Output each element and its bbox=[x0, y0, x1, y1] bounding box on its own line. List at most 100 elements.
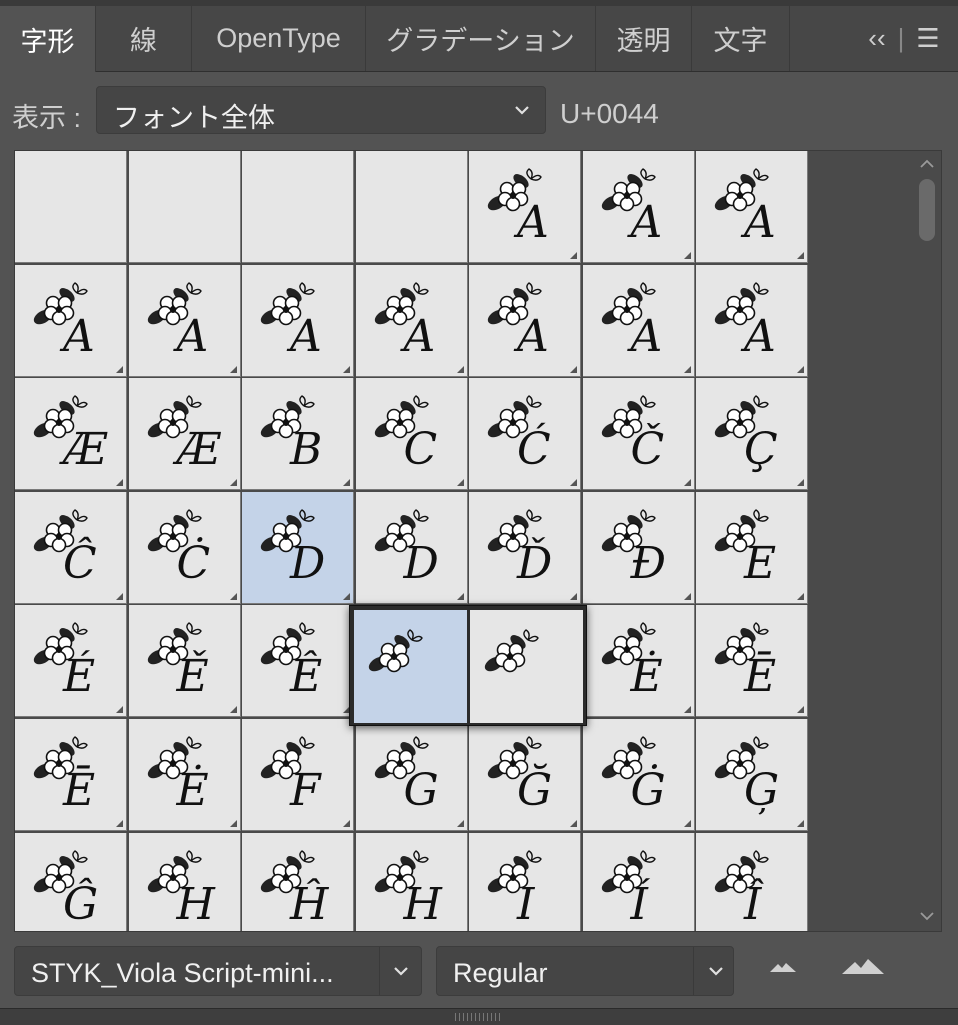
show-row: 表示 : フォント全体 U+0044 bbox=[0, 86, 958, 138]
glyph-character: Đ bbox=[630, 537, 667, 589]
glyph-cell[interactable]: Ċ bbox=[128, 491, 241, 604]
glyph-character: Ċ bbox=[176, 537, 211, 589]
glyph-character: A bbox=[744, 310, 776, 362]
glyph-character: Ė bbox=[630, 651, 663, 703]
glyph-character: Č bbox=[630, 424, 665, 476]
alternates-indicator-icon bbox=[343, 479, 350, 487]
grid-scrollbar[interactable] bbox=[913, 151, 941, 931]
glyph-cell[interactable]: A bbox=[582, 151, 695, 263]
alternates-indicator-icon bbox=[116, 706, 123, 714]
glyph-cell[interactable]: Ê bbox=[242, 605, 354, 718]
glyph-cell[interactable]: Č bbox=[582, 378, 695, 491]
glyph-cell[interactable]: Ć bbox=[469, 378, 581, 491]
collapse-panel-icon[interactable]: ‹‹ bbox=[868, 23, 885, 54]
glyph-cell[interactable]: C bbox=[355, 378, 468, 491]
glyph-cell[interactable]: A bbox=[582, 264, 695, 377]
glyph-cell[interactable]: G bbox=[355, 719, 468, 831]
glyph-cell[interactable]: Ģ bbox=[696, 719, 808, 831]
glyph-ornament bbox=[368, 629, 423, 673]
glyph-cell[interactable]: Ė bbox=[128, 719, 241, 831]
glyph-cell[interactable]: I bbox=[469, 832, 581, 931]
glyph-cell[interactable]: Ĉ bbox=[15, 491, 127, 604]
scroll-thumb[interactable] bbox=[919, 179, 935, 241]
glyph-character: Î bbox=[744, 878, 762, 930]
glyph-character: Æ bbox=[63, 424, 108, 476]
alternates-indicator-icon bbox=[116, 479, 123, 487]
glyph-cell[interactable]: Ĥ bbox=[242, 832, 354, 931]
alternates-indicator-icon bbox=[683, 706, 691, 714]
glyph-cell[interactable]: A bbox=[696, 151, 808, 263]
glyph-cell[interactable]: Í bbox=[582, 832, 695, 931]
glyph-character: A bbox=[517, 197, 549, 248]
glyph-cell[interactable]: Ġ bbox=[582, 719, 695, 831]
glyph-cell[interactable]: A bbox=[469, 151, 581, 263]
glyph-cell[interactable]: Ď bbox=[469, 491, 581, 604]
glyph-cell[interactable]: Ğ bbox=[469, 719, 581, 831]
glyph-character: A bbox=[517, 310, 549, 362]
glyph-cell[interactable]: Æ bbox=[15, 378, 127, 491]
glyph-cell[interactable]: Ĝ bbox=[15, 832, 127, 931]
glyph-cell[interactable]: H bbox=[355, 832, 468, 931]
glyph-cell[interactable]: B bbox=[242, 378, 354, 491]
glyph-cell[interactable]: Ç bbox=[696, 378, 808, 491]
scroll-up-icon[interactable] bbox=[918, 157, 936, 171]
glyph-cell[interactable]: Ě bbox=[128, 605, 241, 718]
resize-grip-icon[interactable] bbox=[455, 1013, 503, 1021]
alternates-indicator-icon bbox=[683, 479, 691, 487]
glyph-cell[interactable]: E bbox=[696, 491, 808, 604]
show-dropdown[interactable]: フォント全体 bbox=[96, 86, 546, 134]
glyph-cell[interactable]: A bbox=[355, 264, 468, 377]
glyph-cell[interactable] bbox=[242, 151, 354, 263]
glyph-cell[interactable] bbox=[15, 151, 127, 263]
alternates-indicator-icon bbox=[343, 820, 350, 827]
tab-gradient[interactable]: グラデーション bbox=[366, 6, 596, 71]
unicode-readout: U+0044 bbox=[560, 98, 659, 129]
font-controls: STYK_Viola Script-mini... Regular bbox=[0, 944, 958, 1000]
glyph-character: H bbox=[403, 878, 442, 930]
tab-transparency[interactable]: 透明 bbox=[596, 6, 692, 71]
glyph-cell[interactable] bbox=[355, 151, 468, 263]
glyph-cell[interactable]: D bbox=[355, 491, 468, 604]
glyph-cell[interactable]: A bbox=[15, 264, 127, 377]
glyph-cell[interactable]: A bbox=[696, 264, 808, 377]
font-family-dropdown[interactable]: STYK_Viola Script-mini... bbox=[14, 946, 422, 996]
glyph-cell[interactable]: H bbox=[128, 832, 241, 931]
glyph-character: A bbox=[403, 310, 436, 362]
glyph-cell[interactable]: Đ bbox=[582, 491, 695, 604]
glyph-cell[interactable]: A bbox=[469, 264, 581, 377]
tab-character[interactable]: 文字 bbox=[692, 6, 790, 71]
font-style-dropdown[interactable]: Regular bbox=[436, 946, 734, 996]
glyph-character: A bbox=[176, 310, 209, 362]
glyph-cell[interactable]: Ē bbox=[15, 719, 127, 831]
glyph-cell[interactable]: D bbox=[242, 491, 354, 604]
glyph-cell[interactable]: Î bbox=[696, 832, 808, 931]
glyph-cell[interactable] bbox=[128, 151, 241, 263]
zoom-in-icon[interactable] bbox=[842, 956, 884, 976]
glyph-character: A bbox=[630, 310, 663, 362]
alternates-indicator-icon bbox=[570, 479, 577, 487]
tab-opentype[interactable]: OpenType bbox=[192, 6, 366, 71]
glyph-cell[interactable]: Ė bbox=[582, 605, 695, 718]
glyph-character: Ê bbox=[290, 651, 323, 703]
alternates-indicator-icon bbox=[797, 252, 804, 259]
alternate-glyph[interactable]: D bbox=[470, 610, 583, 723]
panel-menu-icon[interactable]: ☰ bbox=[916, 23, 939, 54]
show-dropdown-value: フォント全体 bbox=[113, 103, 275, 133]
alternates-indicator-icon bbox=[570, 592, 577, 600]
glyph-cell[interactable]: A bbox=[128, 264, 241, 377]
glyph-cell[interactable]: Ē bbox=[696, 605, 808, 718]
alternates-indicator-icon bbox=[343, 365, 350, 373]
tab-stroke[interactable]: 線 bbox=[96, 6, 192, 71]
alternates-indicator-icon bbox=[570, 365, 577, 373]
alternate-glyph[interactable]: D bbox=[354, 610, 467, 723]
glyph-character: C bbox=[403, 424, 438, 476]
glyph-cell[interactable]: F bbox=[242, 719, 354, 831]
glyph-cell[interactable]: A bbox=[242, 264, 354, 377]
glyph-cell[interactable]: É bbox=[15, 605, 127, 718]
glyph-character: Ē bbox=[63, 765, 96, 816]
tab-glyphs[interactable]: 字形 bbox=[0, 6, 96, 72]
zoom-out-icon[interactable] bbox=[770, 960, 796, 974]
scroll-down-icon[interactable] bbox=[918, 909, 936, 923]
glyph-cell[interactable]: Æ bbox=[128, 378, 241, 491]
alternates-indicator-icon bbox=[797, 365, 804, 373]
